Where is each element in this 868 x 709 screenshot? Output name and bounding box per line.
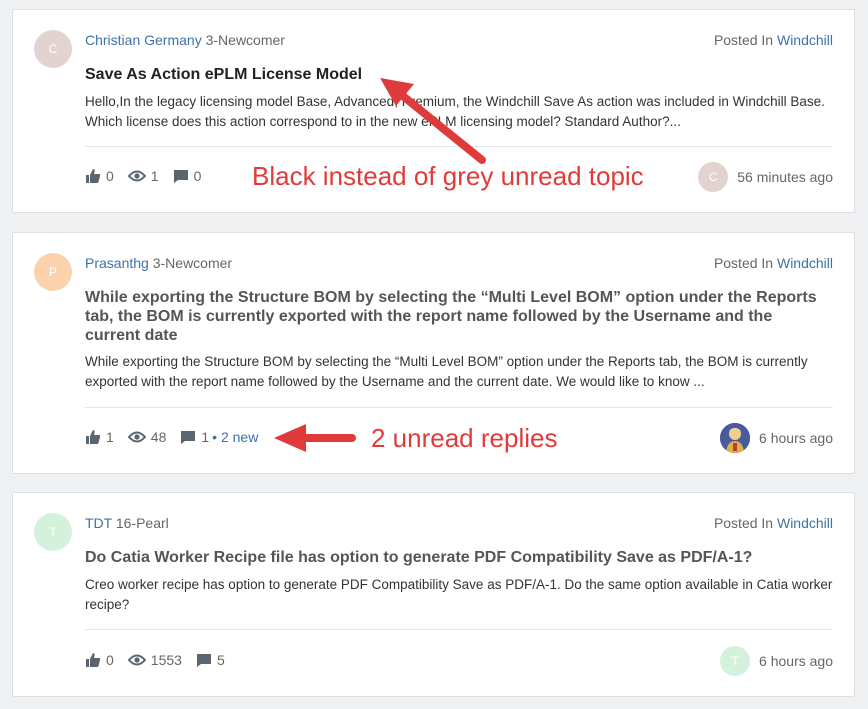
author-rank: 3-Newcomer [152,255,233,271]
posted-in-label: Posted In [713,515,774,531]
speech-bubble-icon [173,169,188,183]
kudos-value: 0 [106,652,114,668]
divider [85,146,833,147]
author-name-link[interactable]: Christian Germany [85,32,202,48]
board-link[interactable]: Windchill [777,32,833,48]
avatar-letter: T [49,525,57,539]
kudos-value: 0 [106,168,114,184]
topic-stats: 0 1553 5 [85,652,239,668]
topic-title-link[interactable]: Save As Action ePLM License Model [85,65,830,84]
posted-in: Posted In Windchill [714,255,833,271]
author-line: Christian Germany 3-Newcomer [85,32,285,48]
eye-icon [127,170,146,182]
last-activity-time[interactable]: 6 hours ago [759,430,833,446]
topic-card: T TDT 16-Pearl Posted In Windchill Do Ca… [12,492,855,697]
replies-count[interactable]: 5 [196,652,225,668]
kudos-count[interactable]: 0 [85,652,114,668]
kudos-count[interactable]: 1 [85,429,114,445]
last-activity: C 56 minutes ago [698,162,833,192]
board-link[interactable]: Windchill [777,255,833,271]
author-line: Prasanthg 3-Newcomer [85,255,232,271]
board-link[interactable]: Windchill [777,515,833,531]
views-count: 1553 [127,652,182,668]
views-value: 1 [150,168,159,184]
author-avatar[interactable]: T [34,513,72,551]
eye-icon [127,431,146,443]
thumbs-up-icon [86,653,101,667]
topic-excerpt: Creo worker recipe has option to generat… [85,577,833,612]
topic-stats: 0 1 0 [85,168,215,184]
avatar-letter: P [48,265,57,279]
last-poster-avatar[interactable]: C [698,162,729,192]
author-avatar[interactable]: C [34,30,72,68]
last-poster-avatar[interactable] [720,423,751,453]
author-line: TDT 16-Pearl [85,515,169,531]
replies-value: 5 [216,652,225,668]
author-name-link[interactable]: Prasanthg [85,255,149,271]
topic-title-link[interactable]: Do Catia Worker Recipe file has option t… [85,548,830,567]
user-photo-icon [720,423,751,453]
replies-value: 0 [193,168,202,184]
speech-bubble-icon [181,430,196,444]
last-activity-time[interactable]: 56 minutes ago [737,169,833,185]
replies-count[interactable]: 1 • 2 new [180,429,258,445]
views-value: 1553 [150,652,182,668]
last-poster-avatar[interactable]: T [720,646,751,676]
last-activity: T 6 hours ago [720,646,833,676]
speech-bubble-icon [196,653,211,667]
avatar-letter: C [708,170,718,184]
annotation-text: 2 unread replies [371,423,558,453]
topic-excerpt: While exporting the Structure BOM by sel… [85,354,808,389]
posted-in: Posted In Windchill [714,32,833,48]
posted-in-label: Posted In [713,32,774,48]
kudos-value: 1 [106,429,114,445]
avatar-letter: T [731,654,739,668]
new-replies-link[interactable]: • 2 new [212,429,258,445]
eye-icon [127,654,146,666]
author-rank: 3-Newcomer [205,32,285,48]
thumbs-up-icon [86,430,101,444]
kudos-count[interactable]: 0 [85,168,114,184]
annotation-text: Black instead of grey unread topic [252,161,644,191]
author-name-link[interactable]: TDT [85,515,112,531]
views-count: 1 [127,168,159,184]
divider [85,629,833,630]
last-activity: 6 hours ago [720,423,833,453]
replies-count[interactable]: 0 [173,168,202,184]
posted-in-label: Posted In [713,255,774,271]
views-value: 48 [150,429,167,445]
thumbs-up-icon [86,169,101,183]
author-rank: 16-Pearl [115,515,169,531]
topic-stats: 1 48 1 • 2 new [85,429,272,445]
posted-in: Posted In Windchill [714,515,833,531]
topic-title-link[interactable]: While exporting the Structure BOM by sel… [85,288,830,345]
topic-excerpt: Hello,In the legacy licensing model Base… [85,94,825,129]
views-count: 48 [127,429,167,445]
divider [85,407,833,408]
avatar-letter: C [48,42,58,56]
replies-value: 1 [201,429,210,445]
last-activity-time[interactable]: 6 hours ago [759,653,833,669]
author-avatar[interactable]: P [34,253,72,291]
